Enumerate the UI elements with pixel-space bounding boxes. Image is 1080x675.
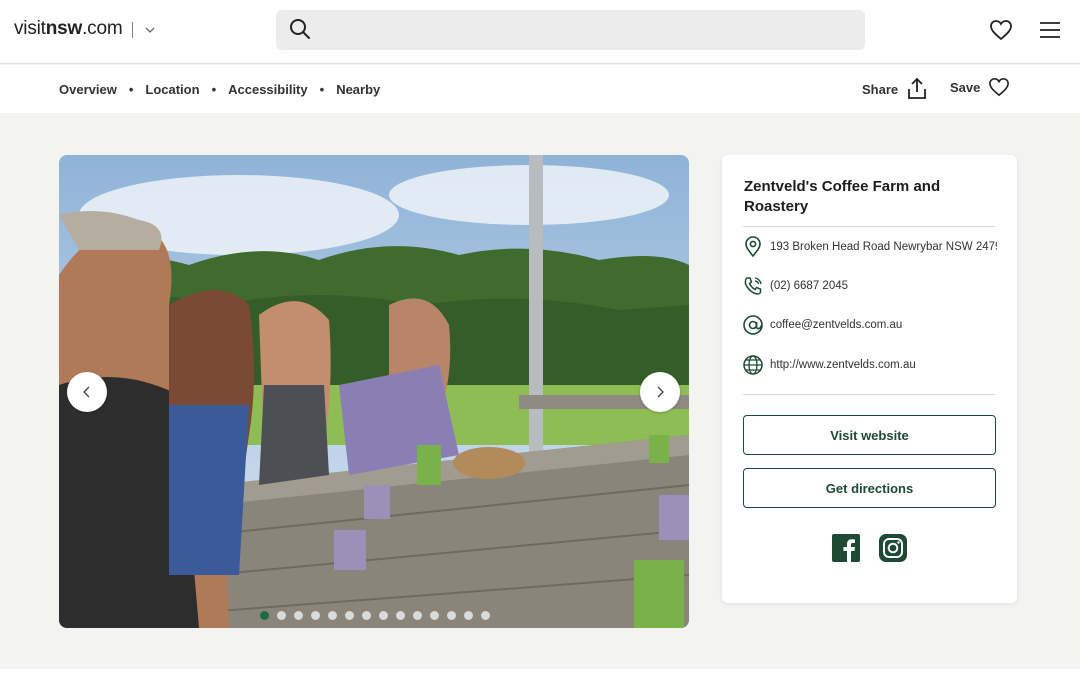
get-directions-button[interactable]: Get directions — [743, 468, 996, 508]
search-input[interactable] — [276, 10, 865, 50]
site-logo[interactable]: visitnsw.com — [14, 18, 123, 40]
search-icon — [290, 19, 310, 39]
gallery-dot[interactable] — [345, 611, 354, 620]
section-nav: Overview • Location • Accessibility • Ne… — [0, 65, 1080, 113]
nav-separator: • — [319, 82, 325, 97]
gallery-dots — [260, 611, 490, 620]
share-button[interactable]: Share — [862, 77, 928, 101]
chevron-right-icon — [657, 386, 664, 398]
gallery-dot[interactable] — [464, 611, 473, 620]
page-bottom — [0, 669, 1080, 675]
nav-nearby[interactable]: Nearby — [336, 82, 380, 97]
chevron-down-icon[interactable] — [144, 24, 156, 36]
save-label: Save — [950, 79, 981, 95]
gallery-dot[interactable] — [481, 611, 490, 620]
share-icon — [908, 77, 927, 99]
nav-accessibility[interactable]: Accessibility — [228, 82, 308, 97]
facebook-icon[interactable] — [832, 534, 860, 562]
divider — [743, 394, 996, 395]
instagram-icon[interactable] — [879, 534, 907, 562]
globe-icon — [743, 355, 763, 375]
gallery-dot[interactable] — [260, 611, 269, 620]
gallery-dot[interactable] — [379, 611, 388, 620]
gallery-dot[interactable] — [277, 611, 286, 620]
logo-divider — [132, 22, 133, 38]
nav-overview[interactable]: Overview — [59, 82, 117, 97]
visit-website-button[interactable]: Visit website — [743, 415, 996, 455]
phone-row[interactable]: (02) 6687 2045 — [742, 274, 997, 298]
divider — [743, 226, 996, 227]
phone-text: (02) 6687 2045 — [770, 280, 849, 292]
nav-separator: • — [128, 82, 134, 97]
save-button[interactable]: Save — [950, 77, 1010, 97]
chevron-left-icon — [83, 386, 90, 398]
gallery-dot[interactable] — [396, 611, 405, 620]
website-row[interactable]: http://www.zentvelds.com.au — [742, 353, 997, 377]
listing-title: Zentveld's Coffee Farm and Roastery — [744, 178, 941, 215]
gallery-photo — [59, 155, 689, 628]
gallery-dot[interactable] — [328, 611, 337, 620]
nav-location[interactable]: Location — [145, 82, 199, 97]
menu-icon[interactable] — [1038, 20, 1062, 40]
heart-icon — [989, 77, 1010, 97]
address-row[interactable]: 193 Broken Head Road Newrybar NSW 2479 — [742, 235, 997, 259]
email-at-icon — [743, 315, 763, 335]
address-text: 193 Broken Head Road Newrybar NSW 2479 — [770, 241, 997, 253]
gallery-dot[interactable] — [430, 611, 439, 620]
gallery-prev-button[interactable] — [67, 372, 107, 412]
location-pin-icon — [745, 236, 761, 258]
gallery-dot[interactable] — [362, 611, 371, 620]
gallery-dot[interactable] — [413, 611, 422, 620]
phone-icon — [744, 277, 762, 295]
email-text: coffee@zentvelds.com.au — [770, 319, 903, 331]
email-row[interactable]: coffee@zentvelds.com.au — [742, 313, 997, 337]
site-header: visitnsw.com — [0, 0, 1080, 64]
gallery-next-button[interactable] — [640, 372, 680, 412]
nav-separator: • — [211, 82, 217, 97]
image-gallery[interactable] — [59, 155, 689, 628]
gallery-dot[interactable] — [447, 611, 456, 620]
website-text: http://www.zentvelds.com.au — [770, 359, 916, 371]
gallery-dot[interactable] — [294, 611, 303, 620]
heart-icon[interactable] — [989, 19, 1013, 41]
listing-info-card: Zentveld's Coffee Farm and Roastery 193 … — [722, 155, 1017, 603]
gallery-dot[interactable] — [311, 611, 320, 620]
share-label: Share — [862, 81, 899, 97]
